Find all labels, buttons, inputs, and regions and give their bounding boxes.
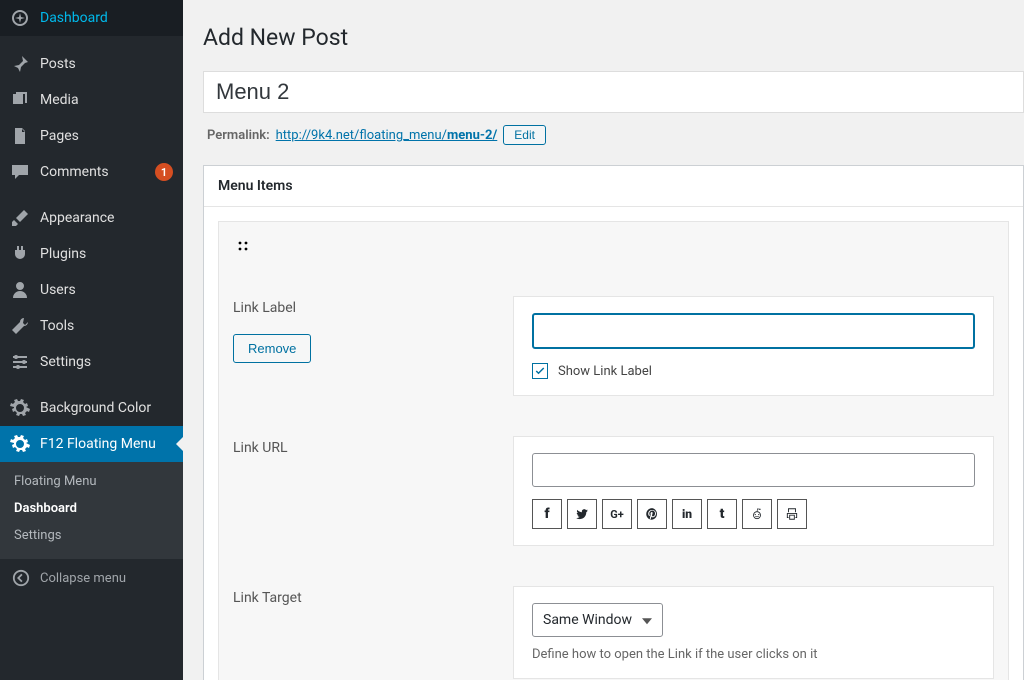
print-icon[interactable] (777, 499, 807, 529)
sidebar-item-label: Comments (40, 164, 145, 180)
sidebar-submenu: Floating Menu Dashboard Settings (0, 462, 183, 559)
dashboard-icon (10, 8, 30, 28)
sidebar-item-label: Pages (40, 128, 173, 144)
sidebar-item-background-color[interactable]: Background Color (0, 390, 183, 426)
sidebar-item-label: Posts (40, 56, 173, 72)
sidebar-item-label: Background Color (40, 400, 173, 416)
sidebar-item-users[interactable]: Users (0, 272, 183, 308)
page-icon (10, 126, 30, 146)
collapse-icon (12, 569, 30, 587)
permalink-row: Permalink: http://9k4.net/floating_menu/… (207, 125, 1024, 145)
permalink-slug: menu-2/ (447, 128, 497, 143)
admin-sidebar: Dashboard Posts Media Pages Comments 1 A… (0, 0, 183, 680)
collapse-menu[interactable]: Collapse menu (0, 559, 183, 597)
media-icon (10, 90, 30, 110)
sliders-icon (10, 352, 30, 372)
remove-button[interactable]: Remove (233, 334, 311, 363)
sidebar-item-settings[interactable]: Settings (0, 344, 183, 380)
brush-icon (10, 208, 30, 228)
sidebar-item-label: Users (40, 282, 173, 298)
link-url-input[interactable] (532, 453, 975, 487)
submenu-settings[interactable]: Settings (0, 522, 183, 549)
permalink-base: http://9k4.net/floating_menu/ (276, 128, 447, 143)
sidebar-item-comments[interactable]: Comments 1 (0, 154, 183, 190)
link-target-hint: Define how to open the Link if the user … (532, 647, 975, 662)
sidebar-item-media[interactable]: Media (0, 82, 183, 118)
row-link-label: Link Label Remove Show Link Label (233, 296, 994, 396)
drag-handle-icon[interactable] (233, 236, 253, 256)
sidebar-item-appearance[interactable]: Appearance (0, 200, 183, 236)
sidebar-item-label: F12 Floating Menu (40, 436, 173, 452)
page-heading: Add New Post (203, 24, 1024, 51)
permalink-edit-button[interactable]: Edit (503, 125, 546, 145)
sidebar-item-posts[interactable]: Posts (0, 46, 183, 82)
sidebar-item-label: Tools (40, 318, 173, 334)
row-link-url: Link URL f G+ in t (233, 436, 994, 546)
link-label-input[interactable] (532, 313, 975, 349)
permalink-link[interactable]: http://9k4.net/floating_menu/menu-2/ (276, 128, 498, 143)
show-link-label-checkbox[interactable] (532, 363, 548, 379)
box-header: Menu Items (204, 166, 1023, 207)
twitter-icon[interactable] (567, 499, 597, 529)
submenu-floating-menu[interactable]: Floating Menu (0, 468, 183, 495)
collapse-label: Collapse menu (40, 571, 126, 586)
sidebar-item-dashboard[interactable]: Dashboard (0, 0, 183, 36)
sidebar-item-label: Settings (40, 354, 173, 370)
pin-icon (10, 54, 30, 74)
link-url-text: Link URL (233, 440, 493, 456)
menu-item-panel: Link Label Remove Show Link Label Li (218, 221, 1009, 680)
reddit-icon[interactable] (742, 499, 772, 529)
row-link-target: Link Target Same Window Define how to op… (233, 586, 994, 679)
submenu-dashboard[interactable]: Dashboard (0, 495, 183, 522)
sidebar-item-label: Dashboard (40, 10, 173, 26)
linkedin-icon[interactable]: in (672, 499, 702, 529)
user-icon (10, 280, 30, 300)
link-target-selected: Same Window (543, 612, 632, 628)
post-title-input[interactable] (203, 71, 1024, 113)
sidebar-item-pages[interactable]: Pages (0, 118, 183, 154)
link-target-text: Link Target (233, 590, 493, 606)
comment-icon (10, 162, 30, 182)
sidebar-item-label: Media (40, 92, 173, 108)
plug-icon (10, 244, 30, 264)
link-target-select[interactable]: Same Window (532, 603, 663, 637)
main-content: Add New Post Permalink: http://9k4.net/f… (183, 0, 1024, 680)
wrench-icon (10, 316, 30, 336)
show-link-label-text: Show Link Label (558, 364, 652, 379)
sidebar-item-tools[interactable]: Tools (0, 308, 183, 344)
tumblr-icon[interactable]: t (707, 499, 737, 529)
pinterest-icon[interactable] (637, 499, 667, 529)
menu-items-box: Menu Items Link Label Remove Show (203, 165, 1024, 680)
sidebar-item-label: Plugins (40, 246, 173, 262)
permalink-label: Permalink: (207, 128, 270, 143)
comments-badge: 1 (155, 163, 173, 181)
gear-icon (10, 434, 30, 454)
facebook-icon[interactable]: f (532, 499, 562, 529)
link-label-text: Link Label (233, 300, 493, 316)
sidebar-item-f12-floating-menu[interactable]: F12 Floating Menu (0, 426, 183, 462)
google-plus-icon[interactable]: G+ (602, 499, 632, 529)
sidebar-item-plugins[interactable]: Plugins (0, 236, 183, 272)
social-buttons: f G+ in t (532, 499, 975, 529)
gear-icon (10, 398, 30, 418)
sidebar-item-label: Appearance (40, 210, 173, 226)
